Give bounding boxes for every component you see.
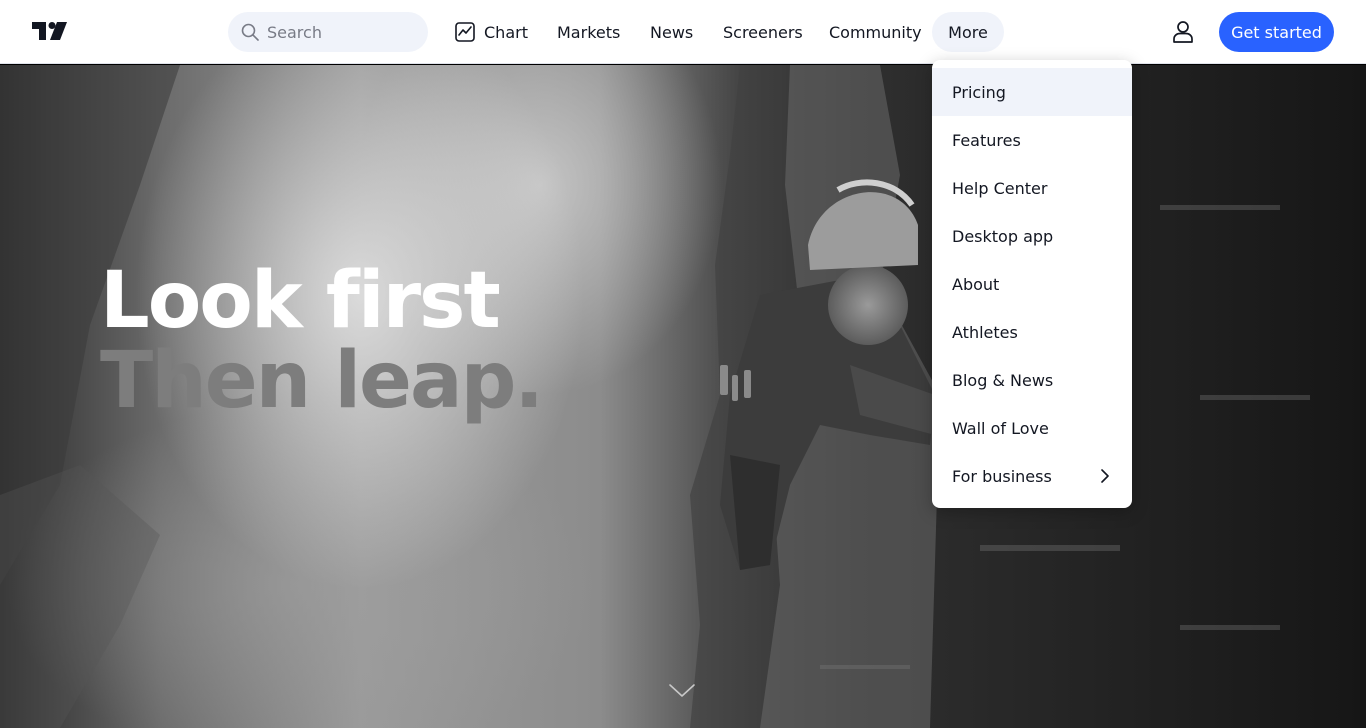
headline-line-2: Then leap. <box>100 336 544 426</box>
chart-icon <box>455 22 475 42</box>
hero-headline: Look first Then leap. <box>100 256 544 426</box>
more-dropdown-menu: Pricing Features Help Center Desktop app… <box>932 60 1132 508</box>
user-icon[interactable] <box>1170 19 1196 45</box>
search-placeholder: Search <box>267 22 322 42</box>
nav-markets[interactable]: Markets <box>557 12 620 52</box>
menu-item-pricing[interactable]: Pricing <box>932 68 1132 116</box>
nav-community[interactable]: Community <box>829 12 922 52</box>
menu-item-label: Blog & News <box>952 370 1054 390</box>
nav-screeners[interactable]: Screeners <box>723 12 803 52</box>
tradingview-logo[interactable] <box>30 19 70 43</box>
menu-item-label: Wall of Love <box>952 418 1049 438</box>
menu-item-features[interactable]: Features <box>932 116 1132 164</box>
menu-item-label: Desktop app <box>952 226 1054 246</box>
menu-item-wall-of-love[interactable]: Wall of Love <box>932 404 1132 452</box>
menu-item-athletes[interactable]: Athletes <box>932 308 1132 356</box>
headline-line-1: Look first <box>100 256 501 346</box>
menu-item-about[interactable]: About <box>932 260 1132 308</box>
search-icon <box>241 23 259 41</box>
menu-item-for-business[interactable]: For business <box>932 452 1132 500</box>
nav-chart-label: Chart <box>484 22 528 42</box>
nav-more[interactable]: More <box>932 12 1004 52</box>
menu-item-label: Features <box>952 130 1021 150</box>
menu-item-label: Athletes <box>952 322 1018 342</box>
nav-news[interactable]: News <box>650 12 693 52</box>
menu-item-label: For business <box>952 466 1052 486</box>
search-input[interactable]: Search <box>228 12 428 52</box>
hero-section: Look first Then leap. <box>0 65 1366 728</box>
get-started-button[interactable]: Get started <box>1219 12 1334 52</box>
nav-chart[interactable]: Chart <box>454 12 528 52</box>
chevron-right-icon <box>1101 469 1109 483</box>
menu-item-label: About <box>952 274 1000 294</box>
menu-item-label: Help Center <box>952 178 1048 198</box>
chevron-down-icon[interactable] <box>669 684 695 698</box>
menu-item-label: Pricing <box>952 82 1006 102</box>
menu-item-help-center[interactable]: Help Center <box>932 164 1132 212</box>
menu-item-desktop-app[interactable]: Desktop app <box>932 212 1132 260</box>
menu-item-blog-news[interactable]: Blog & News <box>932 356 1132 404</box>
top-navigation-bar: Search Chart Markets News Screeners Comm… <box>0 0 1366 64</box>
